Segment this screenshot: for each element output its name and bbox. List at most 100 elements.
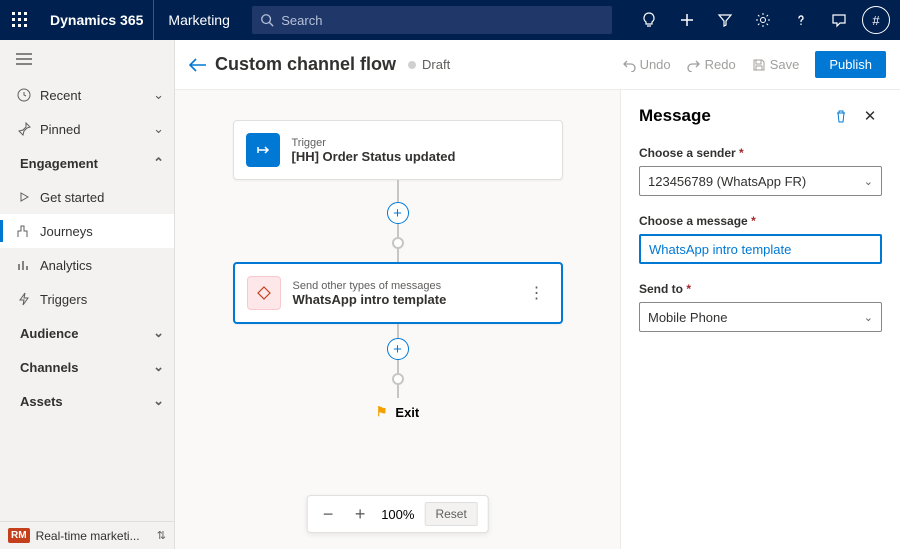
area-switcher[interactable]: RM Real-time marketi... ⇅ xyxy=(0,521,174,549)
sender-field: Choose a sender * 123456789 (WhatsApp FR… xyxy=(639,146,882,196)
sidebar-group-label: Engagement xyxy=(14,156,153,171)
chevron-up-icon: ⌃ xyxy=(153,155,164,171)
chevron-down-icon: ⌄ xyxy=(153,121,164,137)
message-field: Choose a message * WhatsApp intro templa… xyxy=(639,214,882,264)
chevron-down-icon: ⌄ xyxy=(153,393,164,409)
journey-canvas[interactable]: Trigger [HH] Order Status updated + Send… xyxy=(175,90,620,549)
sidebar-item-triggers[interactable]: Triggers xyxy=(0,282,174,316)
chevron-down-icon: ⌄ xyxy=(153,359,164,375)
exit-node[interactable]: ⚑ Exit xyxy=(376,404,420,420)
zoom-control: − + 100% Reset xyxy=(306,495,489,533)
sendto-dropdown[interactable]: Mobile Phone ⌄ xyxy=(639,302,882,332)
triggers-icon xyxy=(14,292,34,306)
gear-icon[interactable] xyxy=(744,0,782,40)
hamburger-icon[interactable] xyxy=(0,40,174,78)
lightbulb-icon[interactable] xyxy=(630,0,668,40)
top-bar: Dynamics 365 Marketing # xyxy=(0,0,900,40)
chevron-down-icon: ⌄ xyxy=(864,311,873,324)
status-dot-icon xyxy=(408,61,416,69)
flag-icon: ⚑ xyxy=(376,404,388,420)
field-label: Choose a sender * xyxy=(639,146,882,160)
analytics-icon xyxy=(14,258,34,272)
status-text: Draft xyxy=(422,57,450,72)
play-icon xyxy=(14,191,34,203)
sidebar-group-engagement[interactable]: Engagement ⌃ xyxy=(0,146,174,180)
field-label: Send to * xyxy=(639,282,882,296)
page-header: Custom channel flow Draft Undo Redo Save… xyxy=(175,40,900,90)
message-value: WhatsApp intro template xyxy=(649,242,791,257)
sidebar-group-assets[interactable]: Assets ⌄ xyxy=(0,384,174,418)
back-button[interactable] xyxy=(189,58,215,72)
sidebar-group-channels[interactable]: Channels ⌄ xyxy=(0,350,174,384)
area-label: Real-time marketi... xyxy=(36,529,151,543)
sidebar-item-label: Journeys xyxy=(34,224,164,239)
panel-title: Message xyxy=(639,106,834,126)
zoom-level: 100% xyxy=(381,507,414,522)
trigger-node[interactable]: Trigger [HH] Order Status updated xyxy=(233,120,563,180)
pin-icon xyxy=(14,122,34,136)
avatar[interactable]: # xyxy=(862,6,890,34)
message-dropdown[interactable]: WhatsApp intro template xyxy=(639,234,882,264)
search-box[interactable] xyxy=(252,6,612,34)
sidebar-item-get-started[interactable]: Get started xyxy=(0,180,174,214)
node-overline: Send other types of messages xyxy=(293,280,525,292)
save-button[interactable]: Save xyxy=(744,57,808,72)
node-more-button[interactable]: ⋮ xyxy=(525,283,549,303)
search-input[interactable] xyxy=(281,13,612,28)
chevron-down-icon: ⌄ xyxy=(153,87,164,103)
zoom-out-button[interactable]: − xyxy=(317,503,339,525)
undo-button[interactable]: Undo xyxy=(614,57,679,72)
chevron-down-icon: ⌄ xyxy=(153,325,164,341)
chevron-down-icon: ⌄ xyxy=(864,175,873,188)
help-icon[interactable] xyxy=(782,0,820,40)
page-title: Custom channel flow xyxy=(215,54,396,75)
sidebar-item-label: Pinned xyxy=(34,122,153,137)
sidebar-group-label: Audience xyxy=(14,326,153,341)
sidebar-item-recent[interactable]: Recent ⌄ xyxy=(0,78,174,112)
trigger-icon xyxy=(246,133,280,167)
module-label[interactable]: Marketing xyxy=(154,12,243,28)
sender-value: 123456789 (WhatsApp FR) xyxy=(648,174,806,189)
journeys-icon xyxy=(14,224,34,238)
waffle-icon[interactable] xyxy=(0,0,40,40)
zoom-reset-button[interactable]: Reset xyxy=(424,502,477,526)
sidebar-item-journeys[interactable]: Journeys xyxy=(0,214,174,248)
exit-label: Exit xyxy=(395,405,419,420)
close-button[interactable]: ✕ xyxy=(858,107,882,125)
sendto-value: Mobile Phone xyxy=(648,310,728,325)
node-overline: Trigger xyxy=(292,137,550,149)
delete-button[interactable] xyxy=(834,109,858,123)
plus-icon[interactable] xyxy=(668,0,706,40)
message-node[interactable]: Send other types of messages WhatsApp in… xyxy=(233,262,563,324)
sidebar-item-label: Get started xyxy=(34,190,164,205)
sidebar-item-pinned[interactable]: Pinned ⌄ xyxy=(0,112,174,146)
search-icon xyxy=(252,13,281,27)
area-badge: RM xyxy=(8,528,30,543)
node-title: [HH] Order Status updated xyxy=(292,149,550,164)
field-label: Choose a message * xyxy=(639,214,882,228)
chat-icon[interactable] xyxy=(820,0,858,40)
zoom-in-button[interactable]: + xyxy=(349,503,371,525)
updown-icon: ⇅ xyxy=(157,529,166,542)
clock-icon xyxy=(14,88,34,102)
sidebar-group-audience[interactable]: Audience ⌄ xyxy=(0,316,174,350)
sidebar-item-label: Analytics xyxy=(34,258,164,273)
sidebar: Recent ⌄ Pinned ⌄ Engagement ⌃ Get start… xyxy=(0,40,175,549)
status-badge: Draft xyxy=(408,57,450,72)
publish-button[interactable]: Publish xyxy=(815,51,886,78)
add-node-button[interactable]: + xyxy=(387,202,409,224)
node-title: WhatsApp intro template xyxy=(293,292,525,307)
sidebar-group-label: Assets xyxy=(14,394,153,409)
brand-label[interactable]: Dynamics 365 xyxy=(40,0,154,40)
sidebar-item-analytics[interactable]: Analytics xyxy=(0,248,174,282)
sidebar-group-label: Channels xyxy=(14,360,153,375)
main: Custom channel flow Draft Undo Redo Save… xyxy=(175,40,900,549)
sidebar-item-label: Recent xyxy=(34,88,153,103)
sidebar-item-label: Triggers xyxy=(34,292,164,307)
sender-dropdown[interactable]: 123456789 (WhatsApp FR) ⌄ xyxy=(639,166,882,196)
properties-panel: Message ✕ Choose a sender * 123456789 (W… xyxy=(620,90,900,549)
redo-button[interactable]: Redo xyxy=(679,57,744,72)
add-node-button[interactable]: + xyxy=(387,338,409,360)
sendto-field: Send to * Mobile Phone ⌄ xyxy=(639,282,882,332)
filter-icon[interactable] xyxy=(706,0,744,40)
